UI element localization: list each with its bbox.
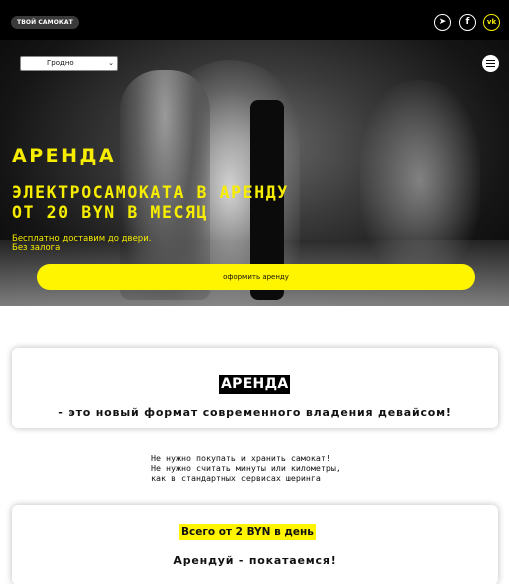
top-bar: ТВОЙ САМОКАТ ➤ f vk — [0, 0, 509, 40]
hero-note: Бесплатно доставим до двери. Без залога — [12, 235, 151, 253]
benefits-text: Не нужно покупать и хранить самокат! Не … — [151, 453, 341, 483]
chevron-down-icon: ⌄ — [108, 59, 114, 67]
vk-icon[interactable]: vk — [483, 14, 500, 31]
hero-title: АРЕНДА — [12, 145, 117, 167]
benefit-line-2: Не нужно считать минуты или километры, — [151, 463, 341, 473]
telegram-icon[interactable]: ➤ — [434, 14, 451, 31]
hero-section: Гродно ⌄ АРЕНДА ЭЛЕКТРОСАМОКАТА В АРЕНДУ… — [0, 40, 509, 306]
order-rent-button[interactable]: оформить аренду — [37, 264, 475, 290]
facebook-icon[interactable]: f — [459, 14, 476, 31]
about-tagline: - это новый формат современного владения… — [58, 406, 452, 419]
hero-subtitle: ЭЛЕКТРОСАМОКАТА В АРЕНДУ ОТ 20 BYN В МЕС… — [12, 183, 289, 223]
hero-note-line2: Без залога — [12, 243, 61, 253]
about-badge: АРЕНДА — [219, 375, 291, 394]
price-card — [12, 505, 498, 584]
price-badge: Всего от 2 BYN в день — [179, 524, 316, 540]
hero-subtitle-line2: ОТ 20 BYN В МЕСЯЦ — [12, 203, 209, 222]
benefit-line-3: как в стандартных сервисах шеринга — [151, 473, 321, 483]
brand-logo[interactable]: ТВОЙ САМОКАТ — [11, 16, 79, 29]
benefit-line-1: Не нужно покупать и хранить самокат! — [151, 453, 331, 463]
hero-background-light-right — [360, 80, 480, 280]
price-slogan: Арендуй - покатаемся! — [173, 554, 337, 567]
hero-subtitle-line1: ЭЛЕКТРОСАМОКАТА В АРЕНДУ — [12, 183, 289, 202]
city-select-value: Гродно — [47, 59, 74, 67]
menu-icon[interactable] — [482, 55, 499, 72]
city-select[interactable]: Гродно ⌄ — [20, 56, 118, 71]
